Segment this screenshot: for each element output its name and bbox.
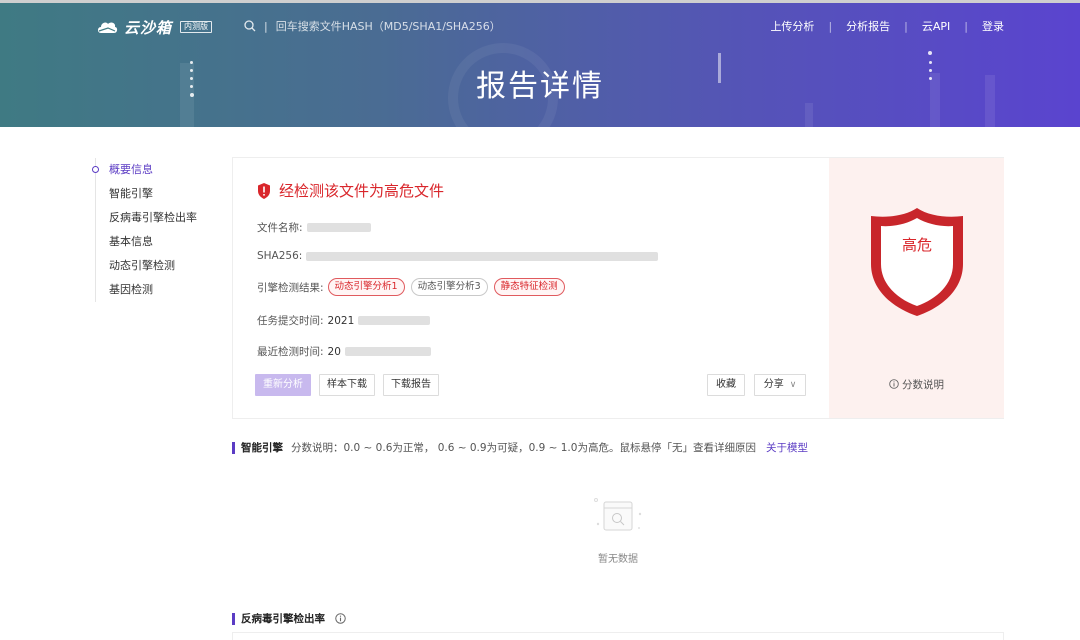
download-sample-button[interactable]: 样本下载 (319, 374, 375, 396)
favorite-button[interactable]: 收藏 (707, 374, 745, 396)
search-input[interactable]: 回车搜索文件HASH（MD5/SHA1/SHA256） (276, 18, 501, 34)
nav-upload-analysis[interactable]: 上传分析 (770, 18, 814, 34)
info-icon (889, 379, 899, 389)
info-icon[interactable] (335, 613, 346, 624)
score-explain-link[interactable]: 分数说明 (829, 377, 1004, 392)
nav-divider: | (964, 19, 968, 33)
section-accent-bar (232, 612, 235, 625)
hash-search[interactable]: | 回车搜索文件HASH（MD5/SHA1/SHA256） (244, 18, 501, 34)
sidebar-item-smart-engine[interactable]: 智能引擎 (96, 182, 215, 206)
engine-result-row: 引擎检测结果: 动态引擎分析1 动态引擎分析3 静态特征检测 (257, 278, 571, 296)
engine-tag[interactable]: 动态引擎分析1 (327, 278, 405, 296)
verdict-text: 经检测该文件为高危文件 (279, 182, 445, 200)
empty-text: 暂无数据 (598, 554, 638, 565)
file-name-label: 文件名称: (257, 222, 303, 234)
risk-shield: 高危 (867, 204, 967, 318)
submit-time-label: 任务提交时间: (257, 315, 324, 327)
recent-time-row: 最近检测时间: 20 (257, 344, 431, 359)
engine-tag[interactable]: 静态特征检测 (493, 278, 565, 296)
search-divider: | (264, 19, 268, 33)
report-details: 经检测该文件为高危文件 文件名称: SHA256: 引擎检测结果: 动态引擎分析… (233, 158, 829, 418)
nav-cloud-api[interactable]: 云API (922, 18, 950, 34)
nav-divider: | (904, 19, 908, 33)
recent-time-redacted (344, 347, 431, 356)
header-banner: 云沙箱 内测版 | 回车搜索文件HASH（MD5/SHA1/SHA256） 上传… (0, 3, 1080, 127)
nav-analysis-report[interactable]: 分析报告 (846, 18, 890, 34)
nav-login[interactable]: 登录 (982, 18, 1004, 34)
submit-time-redacted (358, 316, 431, 325)
empty-data-icon (594, 498, 642, 531)
risk-level-label: 高危 (901, 236, 932, 254)
file-name-row: 文件名称: (257, 220, 371, 235)
sha256-redacted (306, 251, 659, 261)
section-description: 分数说明：0.0 ~ 0.6为正常， 0.6 ~ 0.9为可疑，0.9 ~ 1.… (291, 442, 756, 454)
about-model-link[interactable]: 关于模型 (766, 440, 808, 455)
download-report-button[interactable]: 下载报告 (383, 374, 439, 396)
reanalyze-button[interactable]: 重新分析 (255, 374, 311, 396)
share-button[interactable]: 分享 ∨ (754, 374, 806, 396)
risk-panel: 高危 分数说明 (829, 158, 1004, 418)
nav-divider: | (828, 19, 833, 33)
recent-time-label: 最近检测时间: (257, 346, 324, 358)
sidebar-item-antivirus-rate[interactable]: 反病毒引擎检出率 (96, 206, 215, 230)
logo[interactable]: 云沙箱 内测版 (96, 17, 213, 37)
logo-text: 云沙箱 (124, 18, 173, 37)
antivirus-table (232, 632, 1004, 640)
sidebar-item-label: 概要信息 (109, 163, 153, 176)
risk-shield-icon (871, 208, 963, 316)
recent-time-value: 20 (327, 345, 341, 358)
sidebar-item-overview[interactable]: 概要信息 (92, 158, 215, 182)
report-summary-card: 经检测该文件为高危文件 文件名称: SHA256: 引擎检测结果: 动态引擎分析… (232, 157, 1004, 419)
section-title: 反病毒引擎检出率 (241, 613, 325, 625)
sha256-label: SHA256: (257, 250, 303, 262)
shield-alert-icon (258, 182, 270, 199)
submit-time-value: 2021 (327, 314, 355, 327)
sidebar-item-label: 基因检测 (109, 283, 153, 296)
sidebar-item-basic-info[interactable]: 基本信息 (96, 230, 215, 254)
sidebar-nav: 概要信息 智能引擎 反病毒引擎检出率 基本信息 动态引擎检测 基因检测 (92, 158, 215, 302)
score-explain-text: 分数说明 (902, 379, 944, 391)
engine-tag[interactable]: 动态引擎分析3 (410, 278, 488, 296)
top-nav: 上传分析 | 分析报告 | 云API | 登录 (770, 18, 1004, 34)
sidebar-item-label: 智能引擎 (109, 187, 153, 200)
sha256-row: SHA256: (257, 250, 659, 262)
submit-time-row: 任务提交时间: 2021 (257, 313, 431, 328)
engine-result-label: 引擎检测结果: (257, 281, 324, 294)
share-label: 分享 (763, 379, 784, 390)
sidebar-item-label: 动态引擎检测 (109, 259, 175, 272)
active-indicator-icon (92, 166, 99, 173)
smart-engine-section-header: 智能引擎 分数说明：0.0 ~ 0.6为正常， 0.6 ~ 0.9为可疑，0.9… (232, 440, 808, 455)
chevron-down-icon: ∨ (789, 380, 797, 390)
sidebar-item-dynamic-engine[interactable]: 动态引擎检测 (96, 254, 215, 278)
file-name-redacted (306, 223, 371, 232)
sidebar-item-label: 反病毒引擎检出率 (109, 211, 197, 224)
antivirus-section-header: 反病毒引擎检出率 (232, 611, 349, 626)
cloud-sandbox-logo-icon (98, 22, 118, 33)
logo-badge: 内测版 (180, 21, 213, 33)
verdict-banner: 经检测该文件为高危文件 (257, 180, 444, 201)
sidebar-item-gene-detection[interactable]: 基因检测 (96, 278, 215, 302)
section-title: 智能引擎 (241, 442, 283, 454)
empty-state: 暂无数据 (588, 494, 648, 565)
section-accent-bar (232, 441, 235, 454)
sidebar-item-label: 基本信息 (109, 235, 153, 248)
page-title: 报告详情 (476, 69, 604, 104)
search-icon (244, 20, 256, 32)
